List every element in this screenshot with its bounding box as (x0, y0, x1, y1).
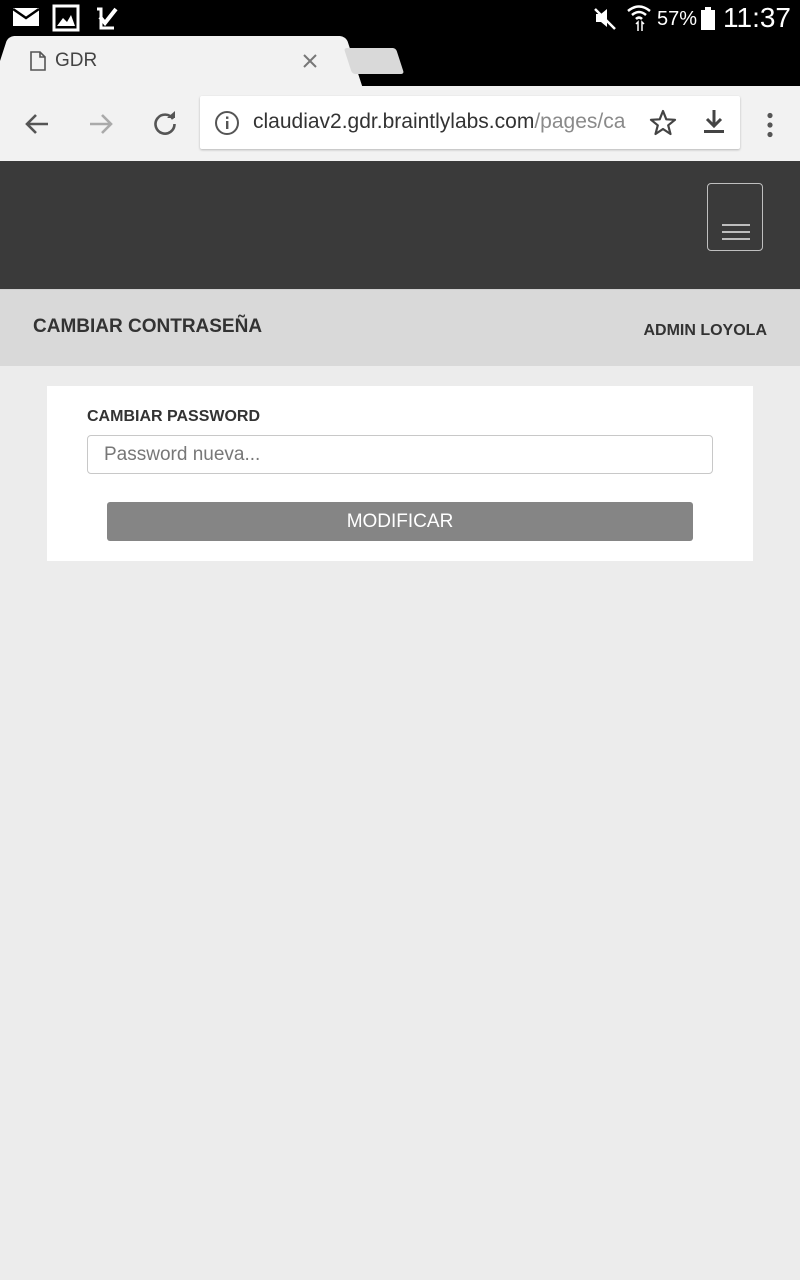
task-check-icon (94, 4, 120, 37)
status-bar: 57% 11:37 (0, 0, 800, 36)
mute-icon (592, 4, 618, 37)
reload-icon[interactable] (152, 111, 178, 142)
address-bar[interactable]: claudiav2.gdr.braintlylabs.com/pages/ca (200, 96, 740, 149)
new-password-input[interactable] (87, 435, 713, 474)
change-password-form: CAMBIAR PASSWORD MODIFICAR (47, 386, 753, 561)
tab-strip: GDR (0, 36, 800, 86)
back-arrow-icon[interactable] (24, 112, 50, 141)
email-icon (12, 6, 40, 33)
gallery-icon (52, 4, 80, 37)
modify-button[interactable]: MODIFICAR (107, 502, 693, 541)
page-title-bar: CAMBIAR CONTRASEÑA ADMIN LOYOLA (0, 289, 800, 366)
page-title: CAMBIAR CONTRASEÑA (33, 316, 263, 337)
menu-bar-line (722, 238, 750, 240)
user-name[interactable]: ADMIN LOYOLA (643, 322, 767, 340)
site-header (0, 161, 800, 289)
new-tab-button[interactable] (343, 48, 405, 74)
browser-tab-gdr[interactable]: GDR (12, 36, 342, 86)
star-icon[interactable] (649, 109, 677, 142)
url-path: /pages/ca (534, 110, 626, 133)
browser-toolbar: claudiav2.gdr.braintlylabs.com/pages/ca (0, 86, 800, 161)
hamburger-menu-button[interactable] (707, 183, 763, 251)
menu-bar-line (722, 224, 750, 226)
info-icon[interactable] (214, 110, 240, 141)
page-icon (30, 51, 46, 76)
battery-percent: 57% (657, 8, 698, 30)
close-tab-icon[interactable] (302, 53, 318, 74)
password-field-label: CAMBIAR PASSWORD (87, 408, 261, 425)
url-host: claudiav2.gdr.braintlylabs.com (253, 110, 535, 133)
clock: 11:37 (723, 2, 791, 33)
battery-icon (700, 7, 716, 36)
more-vert-icon[interactable] (765, 112, 775, 143)
url-text[interactable]: claudiav2.gdr.braintlylabs.com/pages/ca (253, 110, 637, 134)
tab-title: GDR (55, 50, 98, 71)
forward-arrow-icon[interactable] (88, 112, 114, 141)
menu-bar-line (722, 231, 750, 233)
wifi-icon (626, 2, 652, 37)
download-icon[interactable] (703, 109, 725, 140)
